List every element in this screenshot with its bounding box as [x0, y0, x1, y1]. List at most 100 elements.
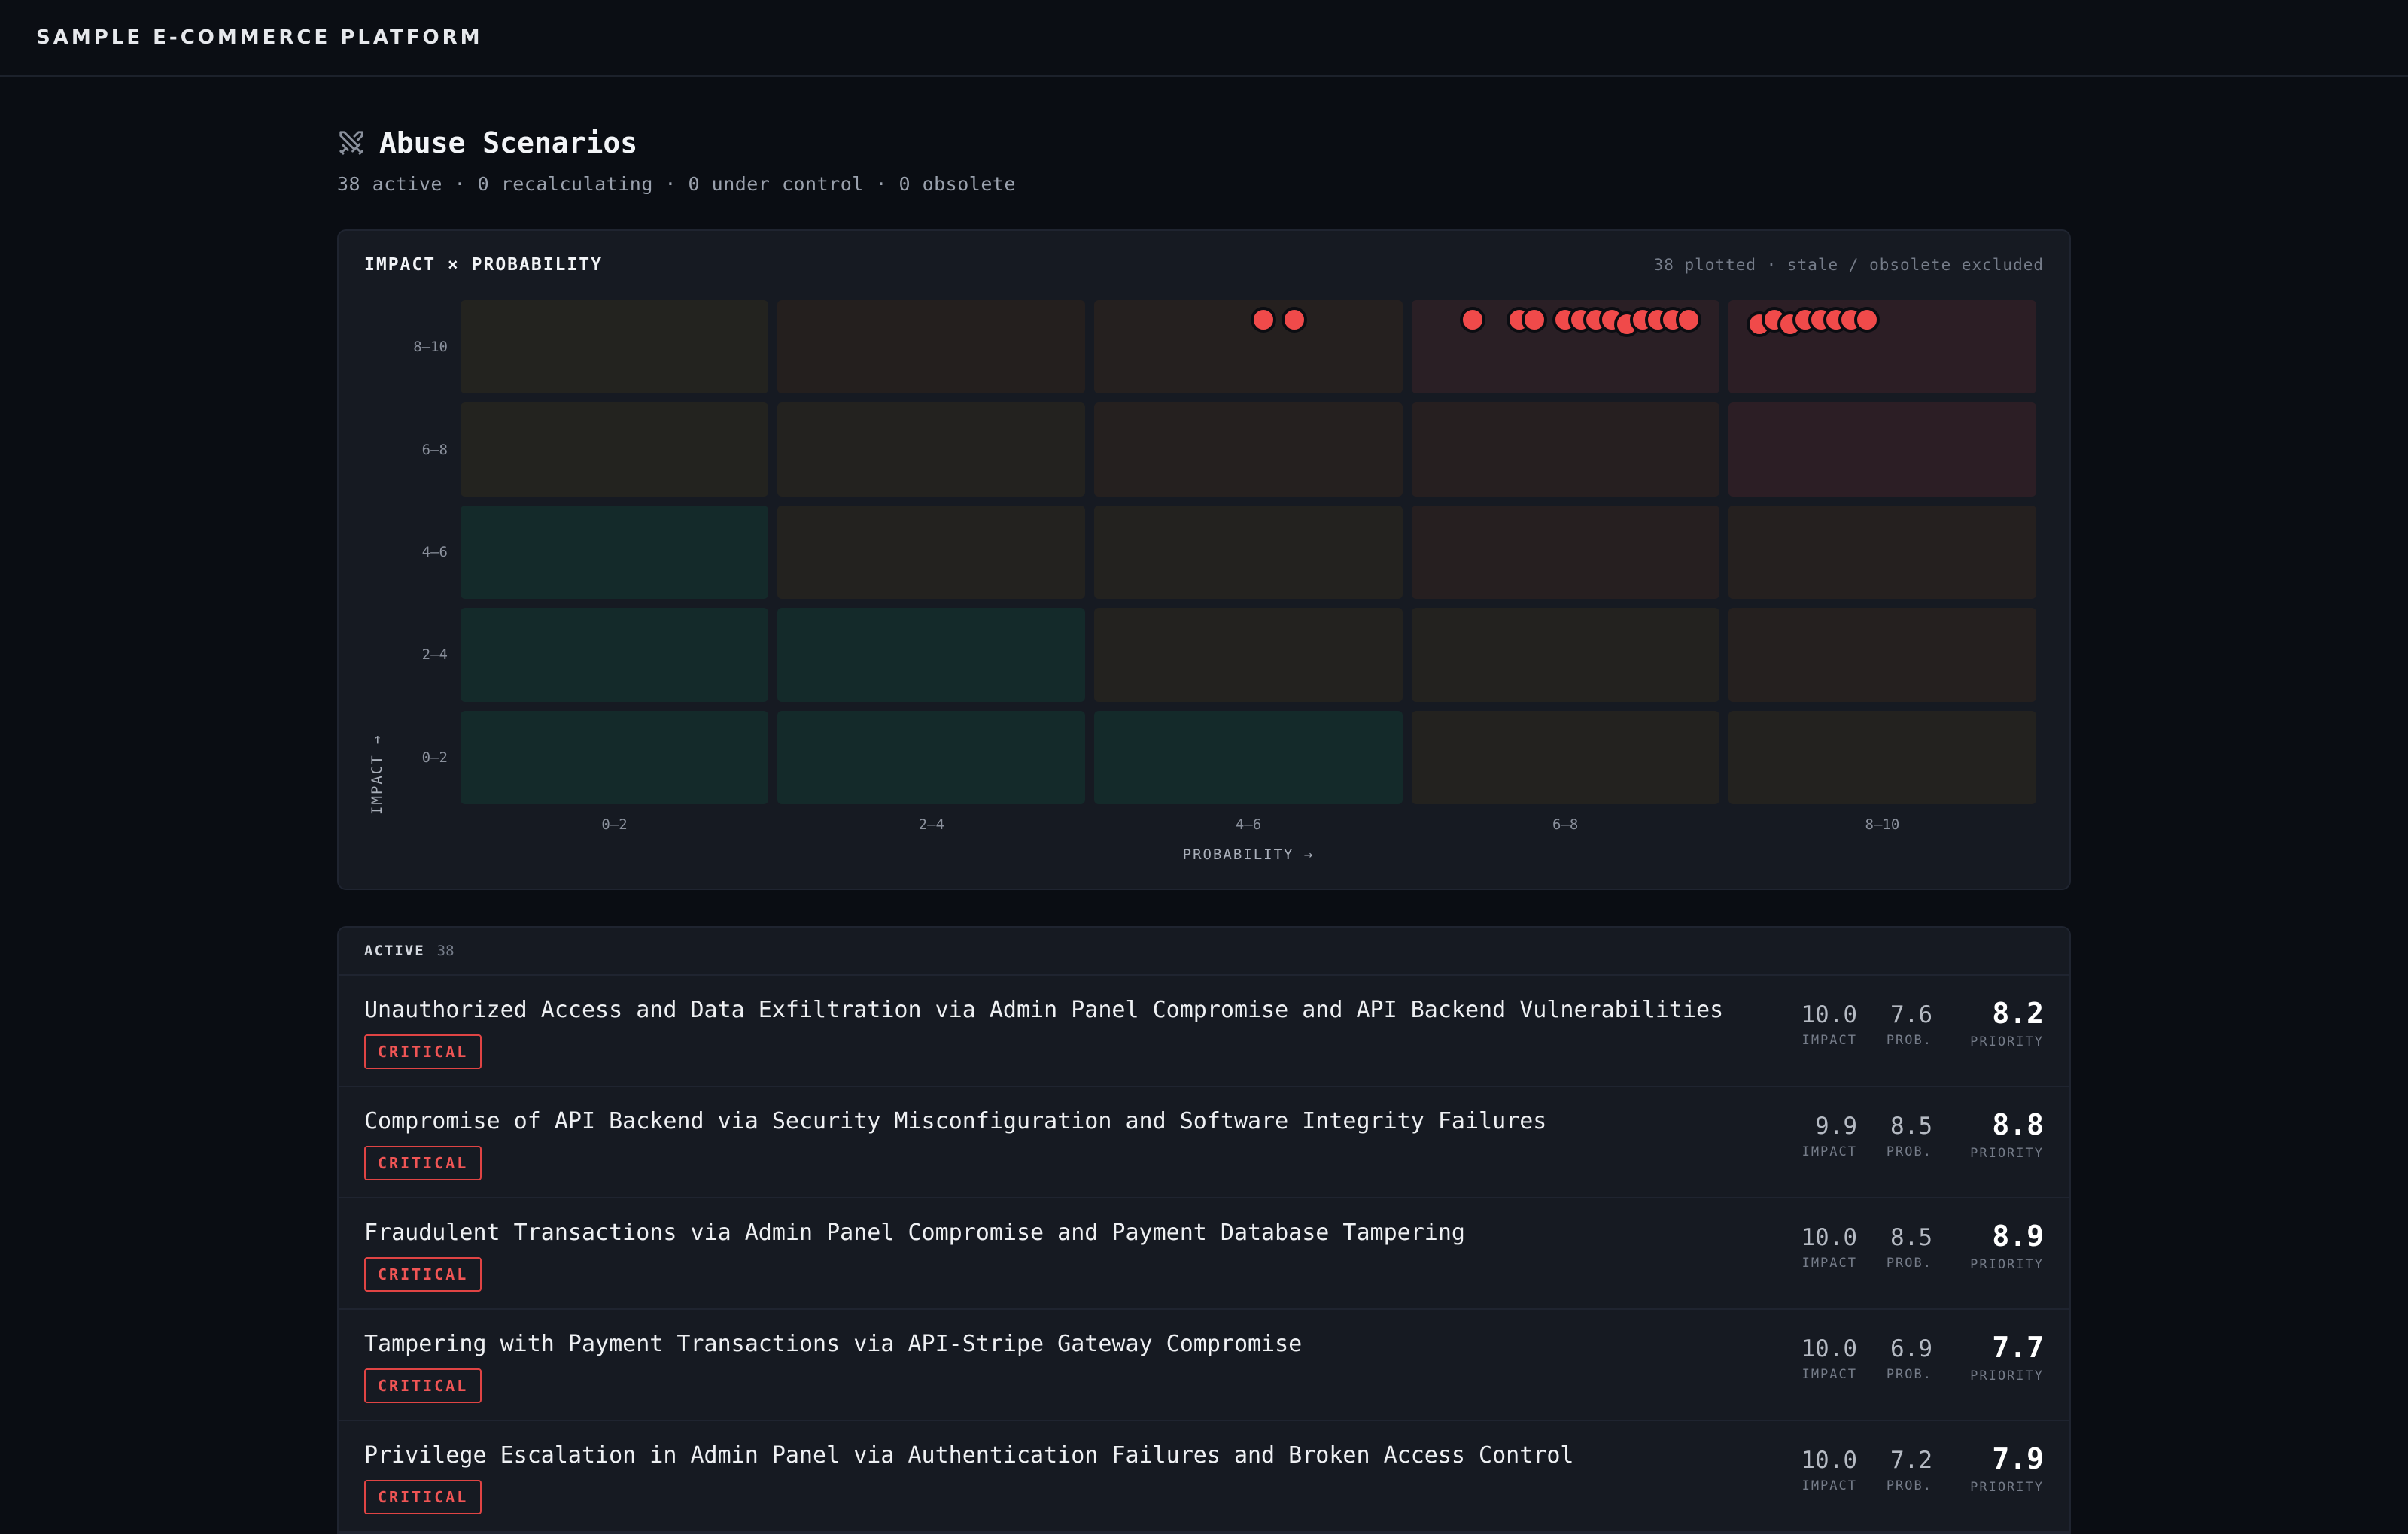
status-summary: 38 active · 0 recalculating · 0 under co…	[337, 173, 1016, 195]
scenario-title[interactable]: Unauthorized Access and Data Exfiltratio…	[364, 997, 1723, 1023]
brand-name[interactable]: SAMPLE E-COMMERCE PLATFORM	[36, 26, 483, 49]
matrix-cell	[1094, 710, 1403, 804]
probability-label: PROB.	[1886, 1256, 1932, 1271]
impact-label: IMPACT	[1801, 1478, 1857, 1493]
impact-value: 10.0	[1801, 1335, 1857, 1362]
probability-label: PROB.	[1886, 1367, 1932, 1382]
priority-label: PRIORITY	[1970, 1480, 2044, 1495]
matrix-cell	[461, 608, 769, 702]
x-tick-label: 6–8	[1552, 816, 1579, 833]
probability-value: 8.5	[1890, 1113, 1932, 1140]
scenario-dot[interactable]	[1282, 307, 1308, 333]
y-tick-label: 8–10	[413, 339, 448, 356]
priority-metric: 8.2 PRIORITY	[1970, 997, 2044, 1049]
scenario-title[interactable]: Fraudulent Transactions via Admin Panel …	[364, 1220, 1465, 1246]
impact-label: IMPACT	[1801, 1033, 1857, 1048]
priority-value: 7.7	[1992, 1331, 2044, 1364]
scenario-title[interactable]: Privilege Escalation in Admin Panel via …	[364, 1442, 1573, 1469]
priority-metric: 8.8 PRIORITY	[1970, 1108, 2044, 1161]
impact-metric: 9.9 IMPACT	[1802, 1113, 1857, 1159]
priority-label: PRIORITY	[1970, 1257, 2044, 1272]
matrix-cell	[461, 300, 769, 394]
matrix-cell	[1411, 608, 1719, 702]
probability-label: PROB.	[1886, 1033, 1932, 1048]
impact-label: IMPACT	[1801, 1144, 1857, 1159]
matrix-cell	[461, 710, 769, 804]
scenario-row[interactable]: Fraudulent Transactions via Admin Panel …	[339, 1198, 2069, 1310]
y-axis-ticks: 8–10 6–8 4–6 2–4 0–2	[339, 231, 448, 889]
priority-label: PRIORITY	[1970, 1146, 2044, 1161]
impact-metric: 10.0 IMPACT	[1801, 1335, 1857, 1382]
matrix-cell	[1094, 505, 1403, 600]
impact-metric: 10.0 IMPACT	[1801, 1447, 1857, 1493]
severity-badge: CRITICAL	[364, 1257, 482, 1292]
scenario-dot[interactable]	[1251, 307, 1277, 333]
scenario-title[interactable]: Tampering with Payment Transactions via …	[364, 1331, 1302, 1357]
matrix-cell	[1411, 402, 1719, 497]
priority-metric: 8.9 PRIORITY	[1970, 1220, 2044, 1272]
probability-label: PROB.	[1886, 1478, 1932, 1493]
severity-badge: CRITICAL	[364, 1034, 482, 1069]
matrix-cell	[1411, 505, 1719, 600]
risk-matrix-panel: IMPACT × PROBABILITY 38 plotted · stale …	[337, 229, 2071, 890]
list-header-label: ACTIVE	[364, 943, 425, 959]
matrix-cell	[777, 402, 1086, 497]
list-header: ACTIVE 38	[339, 928, 2069, 976]
x-tick-label: 4–6	[1235, 816, 1262, 833]
priority-value: 8.9	[1992, 1220, 2044, 1253]
swords-icon	[339, 131, 363, 155]
probability-metric: 7.6 PROB.	[1887, 1001, 1932, 1048]
probability-value: 8.5	[1890, 1224, 1932, 1251]
impact-value: 10.0	[1801, 1224, 1857, 1251]
matrix-cell	[777, 505, 1086, 600]
matrix-cell	[1728, 402, 2036, 497]
scenario-dot[interactable]	[1675, 307, 1701, 333]
impact-metric: 10.0 IMPACT	[1801, 1001, 1857, 1048]
x-tick-label: 8–10	[1865, 816, 1900, 833]
page-header: Abuse Scenarios 38 active · 0 recalculat…	[337, 126, 2071, 195]
priority-value: 8.2	[1992, 997, 2044, 1030]
probability-value: 7.6	[1890, 1001, 1932, 1028]
scenario-dot[interactable]	[1853, 307, 1880, 333]
scenario-dot[interactable]	[1522, 307, 1548, 333]
y-tick-label: 2–4	[421, 646, 448, 664]
priority-label: PRIORITY	[1970, 1368, 2044, 1384]
matrix-cell	[1728, 608, 2036, 702]
impact-value: 10.0	[1801, 1447, 1857, 1474]
probability-value: 7.2	[1890, 1447, 1932, 1474]
matrix-cell	[1094, 608, 1403, 702]
matrix-meta: 38 plotted · stale / obsolete excluded	[1653, 256, 2044, 274]
matrix-cell	[777, 300, 1086, 394]
scenario-row[interactable]: Compromise of API Backend via Security M…	[339, 1087, 2069, 1198]
impact-label: IMPACT	[1801, 1367, 1857, 1382]
impact-label: IMPACT	[1801, 1256, 1857, 1271]
scenario-dot[interactable]	[1460, 307, 1486, 333]
matrix-cell	[1728, 710, 2036, 804]
matrix-cell	[777, 710, 1086, 804]
matrix-cell	[1411, 710, 1719, 804]
scenario-row[interactable]: Privilege Escalation in Admin Panel via …	[339, 1421, 2069, 1532]
matrix-grid	[461, 300, 2036, 804]
probability-metric: 8.5 PROB.	[1887, 1113, 1932, 1159]
severity-badge: CRITICAL	[364, 1368, 482, 1403]
page-title: Abuse Scenarios	[379, 126, 638, 159]
impact-metric: 10.0 IMPACT	[1801, 1224, 1857, 1271]
y-tick-label: 6–8	[421, 441, 448, 458]
severity-badge: CRITICAL	[364, 1146, 482, 1180]
matrix-cell	[1094, 402, 1403, 497]
severity-badge: CRITICAL	[364, 1480, 482, 1514]
y-tick-label: 4–6	[421, 544, 448, 560]
priority-value: 7.9	[1992, 1442, 2044, 1475]
scenario-list-panel: ACTIVE 38 Unauthorized Access and Data E…	[337, 926, 2071, 1534]
matrix-header: IMPACT × PROBABILITY 38 plotted · stale …	[364, 255, 2044, 275]
matrix-cell	[461, 402, 769, 497]
matrix-cell	[1728, 505, 2036, 600]
probability-label: PROB.	[1886, 1144, 1932, 1159]
matrix-cell	[461, 505, 769, 600]
top-bar: SAMPLE E-COMMERCE PLATFORM	[0, 0, 2408, 77]
scenario-row[interactable]: Unauthorized Access and Data Exfiltratio…	[339, 976, 2069, 1087]
scenario-title[interactable]: Compromise of API Backend via Security M…	[364, 1108, 1546, 1135]
impact-value: 10.0	[1801, 1001, 1857, 1028]
scenario-row[interactable]: Tampering with Payment Transactions via …	[339, 1310, 2069, 1421]
scenario-rows: Unauthorized Access and Data Exfiltratio…	[339, 976, 2069, 1532]
